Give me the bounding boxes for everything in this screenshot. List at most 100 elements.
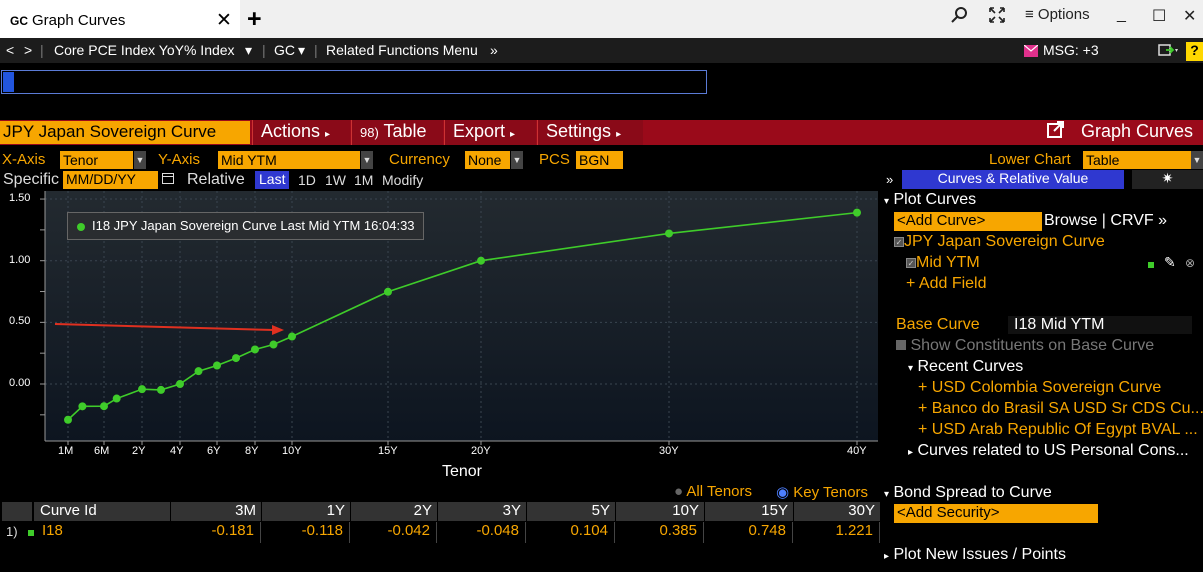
recent-curves-section[interactable]: ▾ Recent Curves xyxy=(908,358,1023,376)
security-selector[interactable]: Core PCE Index YoY% Index xyxy=(54,42,235,58)
curve-row[interactable]: ✓ JPY Japan Sovereign Curve xyxy=(894,233,1105,251)
field-row[interactable]: ✓ Mid YTM xyxy=(906,254,980,272)
mail-icon[interactable] xyxy=(1023,44,1039,60)
table-header-cell[interactable]: 5Y xyxy=(527,502,615,521)
x-tick-label: 10Y xyxy=(282,445,302,457)
x-tick-label: 1M xyxy=(58,445,74,457)
plot-curves-section[interactable]: ▾ Plot Curves xyxy=(884,191,976,209)
add-security-input[interactable]: <Add Security> xyxy=(894,504,1098,523)
help-button[interactable]: ? xyxy=(1186,42,1203,61)
add-curve-input[interactable]: <Add Curve> xyxy=(894,212,1042,231)
recent-curve-item[interactable]: + USD Colombia Sovereign Curve xyxy=(918,379,1161,397)
y-tick-label: 1.50 xyxy=(9,192,31,205)
related-curves-label: Curves related to US Personal Cons... xyxy=(917,442,1189,459)
expand-panel-button[interactable]: » xyxy=(886,172,893,187)
y-tick-label: 0.50 xyxy=(9,315,31,328)
chevron-down-icon[interactable]: ▼ xyxy=(1191,151,1203,169)
y-axis-select[interactable]: Mid YTM xyxy=(218,151,360,169)
1w-button[interactable]: 1W xyxy=(325,172,346,188)
calendar-icon[interactable] xyxy=(162,171,174,187)
pcs-input[interactable]: BGN xyxy=(576,151,623,169)
caret-right-icon: ▸ xyxy=(908,447,914,458)
table-header-cell[interactable]: 3Y xyxy=(438,502,526,521)
remove-icon[interactable]: ⊗ xyxy=(1185,256,1195,270)
y-axis-label: Y-Axis xyxy=(158,151,200,168)
nav-separator: | xyxy=(314,42,318,58)
browse-link[interactable]: Browse | CRVF » xyxy=(1044,212,1167,230)
search-zoom-icon[interactable] xyxy=(950,6,970,29)
chevron-down-icon[interactable]: ▼ xyxy=(361,151,373,169)
specific-date-input[interactable]: MM/DD/YY xyxy=(63,171,158,189)
data-point xyxy=(251,345,259,354)
tab-graph-curves[interactable]: GC Graph Curves ✕ xyxy=(0,0,240,38)
panel-header[interactable]: Curves & Relative Value xyxy=(902,170,1124,189)
key-tenors-radio[interactable]: ◉ Key Tenors xyxy=(776,483,868,501)
caret-icon: ▸ xyxy=(616,129,622,140)
recent-curve-item[interactable]: + USD Arab Republic Of Egypt BVAL ... xyxy=(918,421,1198,439)
back-button[interactable]: < xyxy=(6,42,14,58)
table-header-cell[interactable]: 1Y xyxy=(262,502,350,521)
series-color-swatch[interactable] xyxy=(1148,262,1154,268)
table-header-cell[interactable]: 2Y xyxy=(351,502,437,521)
table-header-cell[interactable]: 10Y xyxy=(616,502,704,521)
chevron-down-icon[interactable]: ▼ xyxy=(134,151,146,169)
base-curve-input[interactable]: I18 Mid YTM xyxy=(1008,316,1192,334)
options-menu[interactable]: ≡ Options xyxy=(1025,6,1090,23)
actions-menu[interactable]: Actions ▸ xyxy=(252,120,350,145)
settings-menu[interactable]: Settings ▸ xyxy=(537,120,643,145)
all-tenors-radio[interactable]: ● All Tenors xyxy=(674,483,752,500)
caret-right-icon: ▸ xyxy=(884,551,890,562)
gear-icon[interactable]: ✷ xyxy=(1132,170,1203,189)
double-chevron-down-icon[interactable]: » xyxy=(490,42,498,58)
checkbox-checked[interactable]: ✓ xyxy=(894,237,904,247)
table-header-cell[interactable]: 3M xyxy=(171,502,261,521)
curve-title-input[interactable]: JPY Japan Sovereign Curve xyxy=(0,121,250,144)
data-point xyxy=(64,415,72,424)
graph-curves-title: Graph Curves xyxy=(1081,121,1194,141)
1m-button[interactable]: 1M xyxy=(354,172,373,188)
table-header-cell[interactable]: 15Y xyxy=(705,502,793,521)
tab-close-icon[interactable]: ✕ xyxy=(216,9,232,32)
currency-select[interactable]: None xyxy=(465,151,510,169)
1d-button[interactable]: 1D xyxy=(298,172,316,188)
chevron-down-icon[interactable]: ▾ xyxy=(245,42,252,59)
last-button[interactable]: Last xyxy=(255,171,290,189)
new-tab-button[interactable]: + xyxy=(247,5,262,34)
checkbox-checked[interactable]: ✓ xyxy=(906,258,916,268)
x-axis-title: Tenor xyxy=(442,463,483,480)
chevron-down-icon[interactable]: ▾ xyxy=(298,42,305,59)
table-header-cell[interactable]: Curve Id xyxy=(34,502,170,521)
related-functions-menu[interactable]: Related Functions Menu xyxy=(326,42,478,58)
table-header-cell[interactable]: 30Y xyxy=(794,502,880,521)
data-point xyxy=(232,354,240,363)
table-cell: 1.221 xyxy=(794,522,880,543)
fullscreen-icon[interactable] xyxy=(988,6,1006,29)
modify-button[interactable]: Modify xyxy=(382,172,423,188)
maximize-button[interactable]: ☐ xyxy=(1152,6,1166,26)
chevron-down-icon[interactable]: ▼ xyxy=(511,151,523,169)
add-field-link[interactable]: + Add Field xyxy=(906,275,987,293)
graph-curves-launcher[interactable]: Graph Curves xyxy=(1046,121,1193,142)
close-window-button[interactable]: ✕ xyxy=(1183,6,1196,26)
data-point xyxy=(665,229,673,238)
minimize-button[interactable]: _ xyxy=(1117,6,1126,24)
lower-chart-select[interactable]: Table xyxy=(1083,151,1191,169)
bond-spread-section[interactable]: ▾ Bond Spread to Curve xyxy=(884,484,1052,502)
specific-label: Specific xyxy=(3,171,60,188)
plot-new-issues-section[interactable]: ▸ Plot New Issues / Points xyxy=(884,546,1066,564)
data-point xyxy=(853,208,861,217)
export-window-icon[interactable] xyxy=(1158,42,1180,61)
checkbox-disabled[interactable] xyxy=(896,340,906,350)
function-selector[interactable]: GC xyxy=(274,42,295,58)
related-curves-section[interactable]: ▸ Curves related to US Personal Cons... xyxy=(908,442,1189,460)
x-axis-select[interactable]: Tenor xyxy=(60,151,133,169)
command-input[interactable] xyxy=(1,70,707,94)
forward-button[interactable]: > xyxy=(24,42,32,58)
show-constituents-row[interactable]: Show Constituents on Base Curve xyxy=(896,337,1154,355)
recent-curve-item[interactable]: + Banco do Brasil SA USD Sr CDS Cu... xyxy=(918,400,1203,418)
pencil-icon[interactable]: ✎ xyxy=(1164,254,1176,271)
field-name: Mid YTM xyxy=(916,254,980,271)
export-menu[interactable]: Export ▸ xyxy=(444,120,536,145)
messages-count[interactable]: MSG: +3 xyxy=(1043,42,1099,58)
table-button[interactable]: 98) Table xyxy=(351,120,443,145)
